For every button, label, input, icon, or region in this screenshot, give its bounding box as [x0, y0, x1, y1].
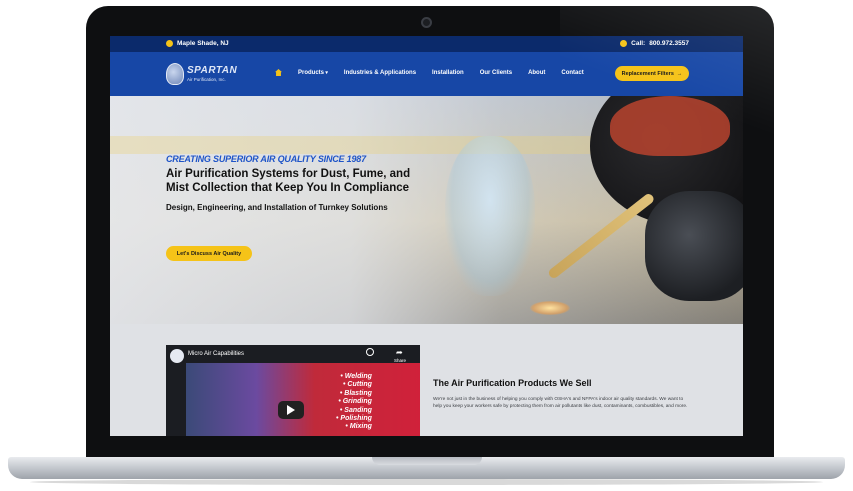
home-icon[interactable] — [275, 69, 282, 76]
products-body: We're not just in the business of helpin… — [433, 397, 688, 409]
webcam-icon — [421, 17, 432, 28]
replacement-filters-label: Replacement Filters — [621, 70, 674, 77]
nav-item-contact[interactable]: Contact — [561, 70, 583, 76]
hero-headline: Air Purification Systems for Dust, Fume,… — [166, 168, 411, 195]
welder-helmet-accent — [610, 96, 730, 156]
location-info: Maple Shade, NJ — [166, 40, 229, 47]
video-bullet: • Welding — [340, 373, 372, 380]
hero-text: CREATING SUPERIOR AIR QUALITY SINCE 1987… — [166, 154, 416, 213]
logo-subtitle: Air Purification, Inc. — [187, 76, 226, 82]
logo-brand: SPARTAN — [187, 64, 238, 76]
laptop-screen: Maple Shade, NJ Call: 800.972.3557 SPART… — [110, 36, 743, 436]
nav-item-products[interactable]: Products — [298, 70, 328, 76]
welder-glove-image — [645, 191, 743, 301]
phone-link[interactable]: Call: 800.972.3557 — [620, 40, 689, 47]
nav-menu: Products Industries & Applications Insta… — [275, 69, 584, 76]
discuss-air-quality-button[interactable]: Let's Discuss Air Quality — [166, 246, 252, 261]
hero-smoke-image — [445, 136, 535, 296]
hero-banner: CREATING SUPERIOR AIR QUALITY SINCE 1987… — [110, 96, 743, 324]
hero-kicker: CREATING SUPERIOR AIR QUALITY SINCE 1987 — [166, 154, 366, 164]
play-button[interactable] — [278, 401, 304, 419]
video-title[interactable]: Micro Air Capabilities — [188, 351, 244, 357]
utility-bar: Maple Shade, NJ Call: 800.972.3557 — [110, 36, 743, 52]
video-bullet-list: • Welding • Cutting • Blasting • Grindin… — [336, 373, 372, 432]
laptop-notch — [372, 457, 482, 465]
products-section: Micro Air Capabilities ➦ Share • Welding… — [110, 324, 743, 436]
nav-item-installation[interactable]: Installation — [432, 70, 464, 76]
video-bullet: • Blasting — [339, 389, 372, 397]
video-bullet: • Mixing — [345, 423, 372, 431]
video-embed[interactable]: Micro Air Capabilities ➦ Share • Welding… — [166, 345, 420, 436]
video-bullet: • Grinding — [338, 398, 372, 406]
hero-subheadline: Design, Engineering, and Installation of… — [166, 202, 388, 212]
main-navbar: SPARTAN Air Purification, Inc. Products … — [110, 52, 743, 96]
welding-torch-image — [546, 192, 656, 280]
channel-avatar[interactable] — [170, 349, 184, 363]
spartan-helmet-icon — [166, 63, 184, 85]
phone-number: 800.972.3557 — [649, 40, 689, 47]
nav-item-industries[interactable]: Industries & Applications — [344, 70, 416, 76]
share-label: Share — [394, 358, 407, 363]
watch-later-icon[interactable] — [366, 348, 374, 356]
phone-icon — [620, 40, 628, 47]
site-logo[interactable]: SPARTAN Air Purification, Inc. — [166, 61, 238, 87]
video-thumbnail — [186, 363, 420, 436]
video-bullet: • Polishing — [336, 414, 372, 422]
video-bullet: • Cutting — [343, 381, 372, 389]
laptop-mockup: Maple Shade, NJ Call: 800.972.3557 SPART… — [0, 0, 853, 491]
share-icon[interactable]: ➦ — [396, 348, 403, 357]
play-icon — [287, 405, 295, 415]
video-bullet: • Sanding — [339, 406, 372, 414]
laptop-shadow — [30, 479, 823, 485]
nav-item-clients[interactable]: Our Clients — [480, 70, 512, 76]
arrow-right-icon: → — [676, 70, 683, 77]
location-text: Maple Shade, NJ — [177, 40, 229, 47]
replacement-filters-button[interactable]: Replacement Filters → — [615, 66, 689, 81]
welding-spark-image — [530, 301, 570, 315]
call-label: Call: — [631, 40, 646, 47]
nav-item-about[interactable]: About — [528, 70, 545, 76]
products-title: The Air Purification Products We Sell — [433, 378, 592, 388]
location-pin-icon — [166, 40, 173, 47]
